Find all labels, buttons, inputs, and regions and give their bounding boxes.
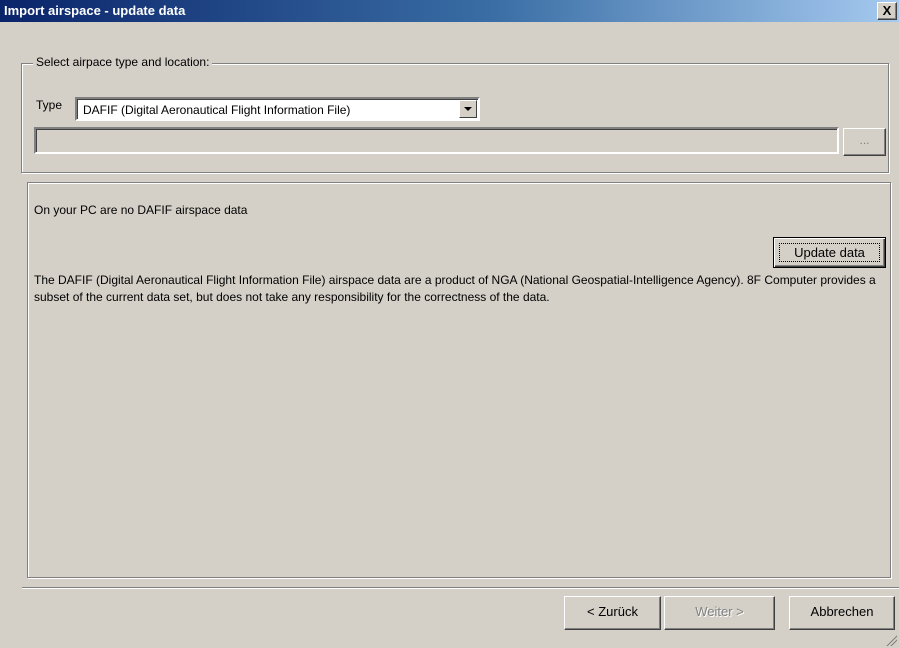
footer-separator [22, 587, 899, 589]
update-data-button[interactable]: Update data [773, 237, 886, 268]
window-title: Import airspace - update data [4, 3, 186, 18]
type-dropdown-value: DAFIF (Digital Aeronautical Flight Infor… [83, 103, 351, 117]
type-dropdown[interactable]: DAFIF (Digital Aeronautical Flight Infor… [75, 97, 480, 121]
groupbox-legend: Select airpace type and location: [33, 55, 213, 69]
location-path-field[interactable] [34, 127, 839, 154]
info-panel [27, 182, 891, 578]
cancel-button[interactable]: Abbrechen [789, 596, 895, 630]
description-text: The DAFIF (Digital Aeronautical Flight I… [34, 273, 876, 304]
resize-grip-icon[interactable] [885, 634, 897, 646]
back-button[interactable]: < Zurück [564, 596, 661, 630]
status-message: On your PC are no DAFIF airspace data [34, 203, 248, 217]
close-button[interactable]: X [877, 2, 897, 20]
chevron-down-icon[interactable] [459, 100, 477, 118]
next-button[interactable]: Weiter > [664, 596, 775, 630]
import-airspace-dialog: Import airspace - update data X Select a… [0, 0, 899, 648]
browse-button[interactable]: ... [843, 128, 886, 156]
type-label: Type [36, 98, 63, 112]
update-data-label: Update data [779, 243, 880, 262]
title-bar[interactable]: Import airspace - update data X [0, 0, 899, 22]
